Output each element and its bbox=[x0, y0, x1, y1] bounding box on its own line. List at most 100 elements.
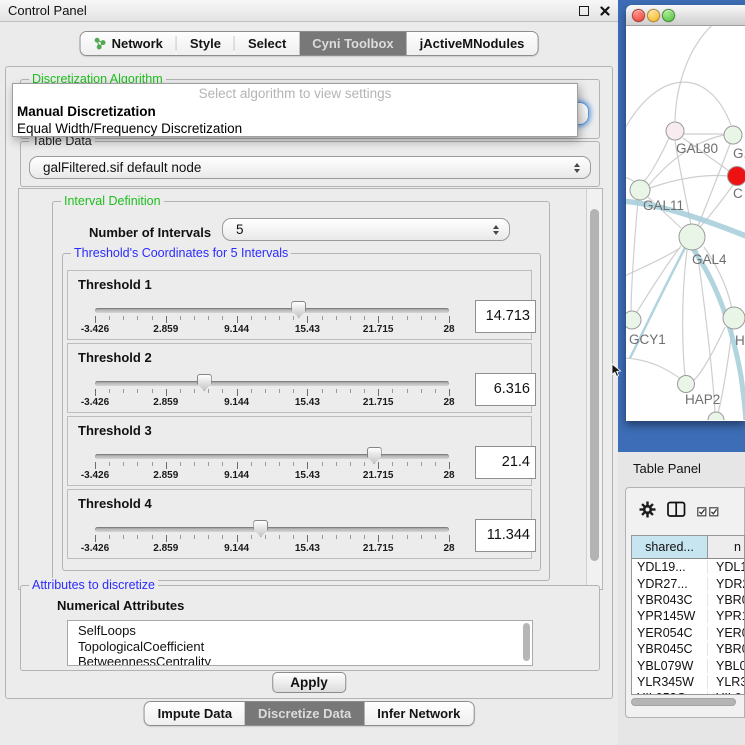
algorithm-option[interactable]: Equal Width/Frequency Discretization bbox=[13, 120, 577, 137]
cell-name[interactable]: YBL0 bbox=[708, 659, 744, 673]
cell-name[interactable]: YBR0 bbox=[708, 593, 744, 607]
threshold-panel: Threshold 2 -3.4262.8599.14415.4321.7152… bbox=[67, 343, 532, 413]
cell-shared-name[interactable]: YLR345W bbox=[632, 675, 708, 689]
tab-network[interactable]: Network bbox=[81, 32, 176, 55]
cell-shared-name[interactable]: YBR045C bbox=[632, 642, 708, 656]
list-scrollbar-thumb[interactable] bbox=[523, 623, 530, 661]
cell-name[interactable]: YDL1 bbox=[708, 560, 744, 574]
cell-name[interactable]: YBR0 bbox=[708, 642, 744, 656]
cell-shared-name[interactable]: YDL19... bbox=[632, 560, 708, 574]
network-edge[interactable] bbox=[631, 200, 638, 316]
tab-cyni-toolbox[interactable]: Cyni Toolbox bbox=[299, 32, 406, 55]
network-window[interactable]: GAL80G.CGAL11GAL4GCY1HHAP2 bbox=[626, 5, 745, 421]
node-table[interactable]: shared... n YDL19...YDL1YDR27...YDR2YBR0… bbox=[631, 535, 745, 695]
table-row[interactable]: YDL19...YDL1 bbox=[632, 559, 744, 575]
threshold-value-field[interactable]: 6.316 bbox=[475, 373, 536, 406]
table-row[interactable]: YIL052CYIL0 bbox=[632, 690, 744, 695]
close-traffic-light[interactable] bbox=[632, 9, 645, 22]
table-row[interactable]: YBL079WYBL0 bbox=[632, 657, 744, 673]
network-edge[interactable] bbox=[635, 246, 681, 315]
cell-shared-name[interactable]: YDR27... bbox=[632, 577, 708, 591]
threshold-slider[interactable] bbox=[95, 308, 449, 313]
algorithm-option[interactable]: Manual Discretization bbox=[13, 103, 577, 120]
threshold-label: Threshold 4 bbox=[78, 496, 152, 511]
threshold-panel: Threshold 1 -3.4262.8599.14415.4321.7152… bbox=[67, 270, 532, 340]
cell-name[interactable]: YLR3 bbox=[708, 675, 744, 689]
attribute-list-item[interactable]: BetweennessCentrality bbox=[68, 654, 532, 666]
threshold-slider[interactable] bbox=[95, 454, 449, 459]
network-node[interactable] bbox=[728, 167, 745, 186]
table-row[interactable]: YER054CYER0 bbox=[632, 625, 744, 641]
cell-name[interactable]: YDR2 bbox=[708, 577, 744, 591]
cell-name[interactable]: YPR1 bbox=[708, 609, 744, 623]
table-data-combobox-value: galFiltered.sif default node bbox=[43, 160, 201, 175]
network-edge[interactable] bbox=[675, 26, 718, 121]
right-region: GAL80G.CGAL11GAL4GCY1HHAP2 Table Panel bbox=[618, 0, 745, 745]
close-icon[interactable] bbox=[599, 5, 610, 16]
tab-style[interactable]: Style bbox=[177, 32, 234, 55]
network-canvas[interactable]: GAL80G.CGAL11GAL4GCY1HHAP2 bbox=[626, 26, 745, 420]
float-window-icon[interactable] bbox=[579, 6, 589, 16]
threshold-slider[interactable] bbox=[95, 527, 449, 532]
split-columns-icon[interactable] bbox=[667, 501, 686, 523]
network-node[interactable] bbox=[678, 376, 695, 393]
network-node[interactable] bbox=[626, 311, 641, 329]
attribute-list-item[interactable]: TopologicalCoefficient bbox=[68, 639, 532, 655]
table-row[interactable]: YBR043CYBR0 bbox=[632, 592, 744, 608]
cell-shared-name[interactable]: YBL079W bbox=[632, 659, 708, 673]
apply-button[interactable]: Apply bbox=[272, 672, 346, 693]
attribute-list-item[interactable]: SelfLoops bbox=[68, 623, 532, 639]
numerical-attributes-label: Numerical Attributes bbox=[57, 598, 184, 613]
number-of-intervals-combobox[interactable]: 5 bbox=[222, 218, 510, 241]
horizontal-scrollbar-thumb[interactable] bbox=[631, 698, 736, 706]
combo-arrows-icon bbox=[493, 225, 499, 235]
network-node[interactable] bbox=[724, 126, 742, 144]
cell-name[interactable]: YIL0 bbox=[708, 691, 744, 695]
gear-icon[interactable] bbox=[639, 501, 656, 523]
threshold-value-field[interactable]: 11.344 bbox=[475, 519, 536, 552]
network-node[interactable] bbox=[723, 307, 745, 329]
network-edge[interactable] bbox=[683, 250, 687, 376]
network-node[interactable] bbox=[708, 412, 724, 420]
slider-tick-labels: -3.4262.8599.14415.4321.71528 bbox=[95, 324, 449, 336]
network-edge[interactable] bbox=[698, 144, 730, 226]
network-edge[interactable] bbox=[626, 358, 681, 379]
table-row[interactable]: YBR045CYBR0 bbox=[632, 641, 744, 657]
column-header-shared-name[interactable]: shared... bbox=[632, 536, 708, 558]
tab-select[interactable]: Select bbox=[235, 32, 299, 55]
zoom-traffic-light[interactable] bbox=[662, 9, 675, 22]
network-node[interactable] bbox=[630, 180, 650, 200]
network-graph[interactable]: GAL80G.CGAL11GAL4GCY1HHAP2 bbox=[626, 26, 745, 420]
threshold-value-field[interactable]: 21.4 bbox=[475, 446, 536, 479]
cell-shared-name[interactable]: YPR145W bbox=[632, 609, 708, 623]
tab-infer-network[interactable]: Infer Network bbox=[364, 702, 473, 725]
minimize-traffic-light[interactable] bbox=[647, 9, 660, 22]
tab-label: Infer Network bbox=[377, 706, 460, 721]
cell-shared-name[interactable]: YER054C bbox=[632, 626, 708, 640]
network-edge[interactable] bbox=[643, 138, 669, 182]
vertical-scrollbar[interactable] bbox=[586, 189, 602, 589]
column-header-name[interactable]: n bbox=[708, 536, 744, 558]
select-columns-icon[interactable] bbox=[697, 507, 719, 517]
tab-discretize-data[interactable]: Discretize Data bbox=[245, 702, 364, 725]
network-edge[interactable] bbox=[650, 176, 728, 189]
table-data-combobox[interactable]: galFiltered.sif default node bbox=[29, 156, 591, 179]
network-edge[interactable] bbox=[693, 327, 725, 381]
table-row[interactable]: YLR345WYLR3 bbox=[632, 674, 744, 690]
network-node[interactable] bbox=[679, 224, 705, 250]
slider-ticks bbox=[95, 535, 449, 543]
horizontal-scrollbar[interactable] bbox=[631, 697, 743, 708]
cell-shared-name[interactable]: YBR043C bbox=[632, 593, 708, 607]
threshold-slider[interactable] bbox=[95, 381, 449, 386]
tab-jactivemnodules[interactable]: jActiveMNodules bbox=[407, 32, 538, 55]
network-window-titlebar[interactable] bbox=[626, 5, 745, 26]
network-node[interactable] bbox=[666, 122, 684, 140]
vertical-scrollbar-thumb[interactable] bbox=[590, 209, 599, 561]
cell-shared-name[interactable]: YIL052C bbox=[632, 691, 708, 695]
tab-impute-data[interactable]: Impute Data bbox=[145, 702, 245, 725]
table-row[interactable]: YDR27...YDR2 bbox=[632, 575, 744, 591]
threshold-value-field[interactable]: 14.713 bbox=[475, 300, 536, 333]
cell-name[interactable]: YER0 bbox=[708, 626, 744, 640]
table-row[interactable]: YPR145WYPR1 bbox=[632, 608, 744, 624]
numerical-attributes-list[interactable]: SelfLoopsTopologicalCoefficientBetweenne… bbox=[67, 620, 533, 666]
